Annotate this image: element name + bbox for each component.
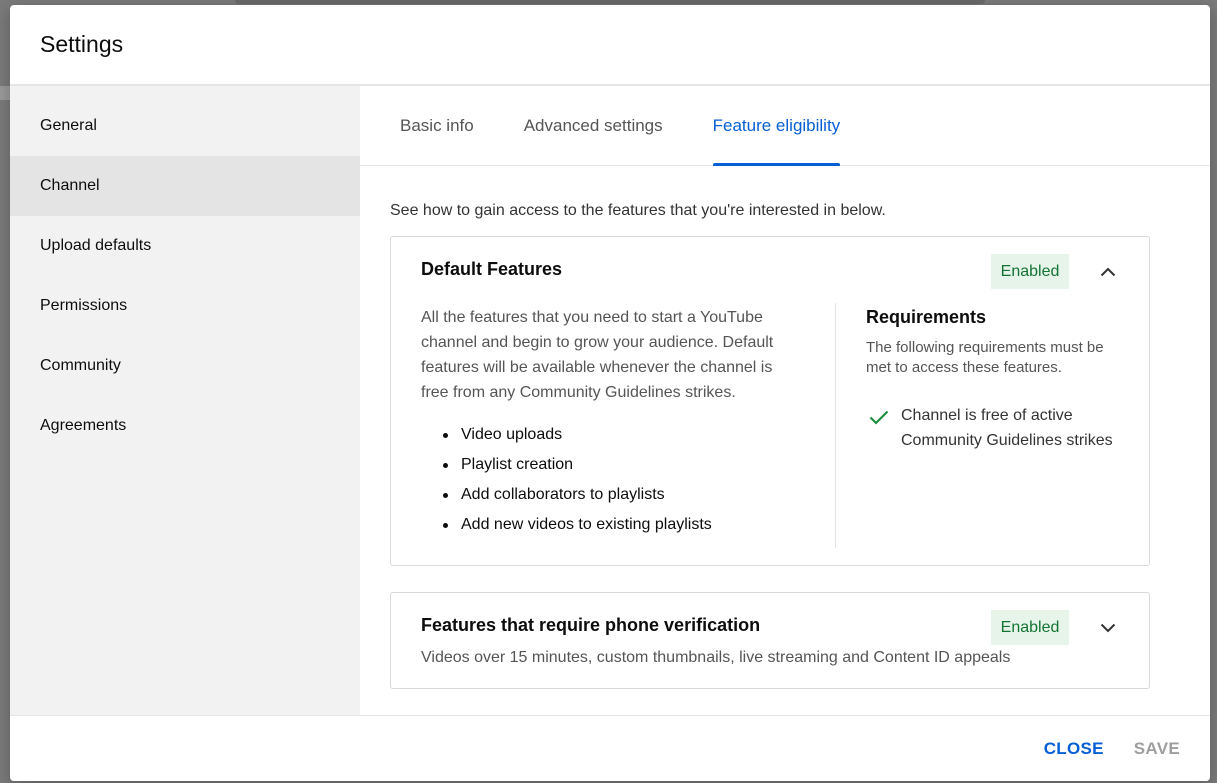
- tab-advanced-settings[interactable]: Advanced settings: [524, 86, 663, 165]
- tab-basic-info[interactable]: Basic info: [400, 86, 474, 165]
- status-badge: Enabled: [991, 610, 1069, 645]
- requirement-item: Channel is free of active Community Guid…: [901, 407, 1113, 449]
- card-description: All the features that you need to start …: [421, 309, 774, 401]
- tab-feature-eligibility[interactable]: Feature eligibility: [712, 86, 840, 166]
- tab-bar: Basic info Advanced settings Feature eli…: [360, 86, 1210, 166]
- card-title: Default Features: [421, 259, 563, 279]
- chevron-up-icon[interactable]: [1095, 259, 1121, 285]
- settings-sidebar: General Channel Upload defaults Permissi…: [10, 85, 360, 715]
- sidebar-item-agreements[interactable]: Agreements: [10, 396, 360, 456]
- dialog-body: General Channel Upload defaults Permissi…: [10, 85, 1210, 715]
- list-item: Add new videos to existing playlists: [441, 510, 712, 540]
- dialog-header: Settings: [10, 5, 1210, 85]
- checkmark-icon: [867, 405, 891, 429]
- divider: [835, 303, 836, 548]
- backdrop-element: [0, 86, 10, 100]
- feature-list: Video uploads Playlist creation Add coll…: [441, 420, 712, 540]
- chevron-down-icon[interactable]: [1095, 615, 1121, 641]
- close-button[interactable]: CLOSE: [1044, 739, 1104, 759]
- settings-content: Basic info Advanced settings Feature eli…: [360, 85, 1210, 715]
- status-badge: Enabled: [991, 254, 1069, 289]
- default-features-card: Default Features Enabled All the feature…: [390, 236, 1150, 566]
- sidebar-item-channel[interactable]: Channel: [10, 156, 360, 216]
- dialog-footer: CLOSE SAVE: [10, 715, 1210, 781]
- requirements-title: Requirements: [866, 307, 987, 327]
- sidebar-item-community[interactable]: Community: [10, 336, 360, 396]
- intro-text: See how to gain access to the features t…: [390, 202, 886, 219]
- settings-dialog: Settings General Channel Upload defaults…: [10, 5, 1210, 781]
- list-item: Video uploads: [441, 420, 712, 450]
- requirements-description: The following requirements must be met t…: [866, 339, 1104, 376]
- list-item: Add collaborators to playlists: [441, 480, 712, 510]
- sidebar-item-upload-defaults[interactable]: Upload defaults: [10, 216, 360, 276]
- list-item: Playlist creation: [441, 450, 712, 480]
- card-description: Videos over 15 minutes, custom thumbnail…: [421, 649, 1011, 666]
- sidebar-item-general[interactable]: General: [10, 96, 360, 156]
- dialog-title: Settings: [40, 31, 124, 57]
- save-button[interactable]: SAVE: [1134, 739, 1180, 759]
- sidebar-item-permissions[interactable]: Permissions: [10, 276, 360, 336]
- card-title: Features that require phone verification: [421, 615, 761, 635]
- backdrop-element: [235, 0, 985, 4]
- phone-verification-card: Features that require phone verification…: [390, 592, 1150, 689]
